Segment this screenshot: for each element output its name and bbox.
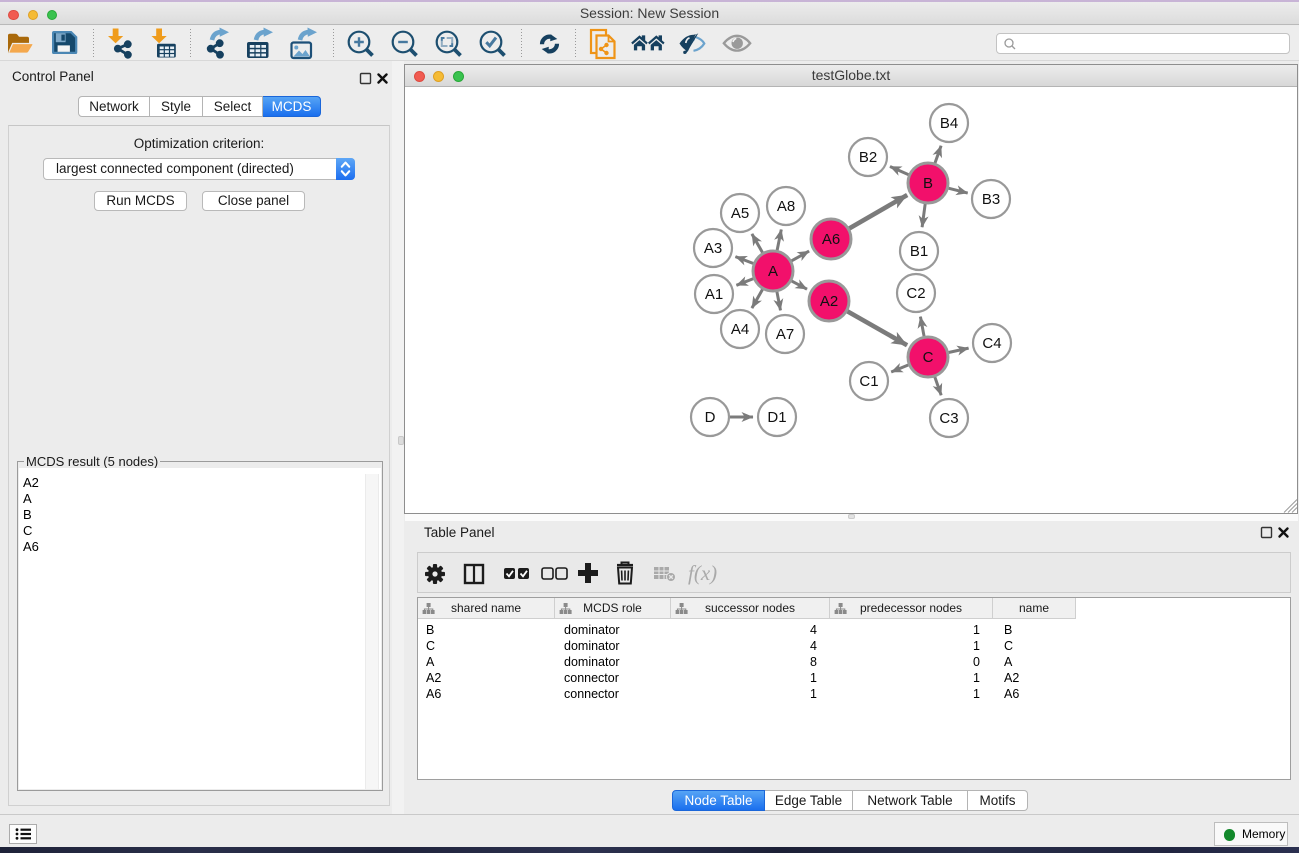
svg-text:A5: A5 [731,205,749,222]
svg-text:f(x): f(x) [688,561,717,585]
svg-text:A3: A3 [704,240,722,257]
svg-text:B1: B1 [910,243,928,260]
svg-text:A8: A8 [777,198,795,215]
svg-text:A: A [768,263,778,280]
svg-text:B2: B2 [859,149,877,166]
svg-text:B4: B4 [940,115,958,132]
svg-text:A7: A7 [776,326,794,343]
svg-text:D1: D1 [767,409,786,426]
svg-text:C2: C2 [906,285,925,302]
svg-text:B3: B3 [982,191,1000,208]
svg-text:A1: A1 [705,286,723,303]
svg-text:A2: A2 [820,293,838,310]
svg-text:C4: C4 [982,335,1001,352]
svg-text:A6: A6 [822,231,840,248]
svg-text:A4: A4 [731,321,749,338]
svg-text:B: B [923,175,933,192]
svg-text:C1: C1 [859,373,878,390]
svg-text:C3: C3 [939,410,958,427]
svg-text:D: D [705,409,716,426]
svg-text:C: C [923,349,934,366]
